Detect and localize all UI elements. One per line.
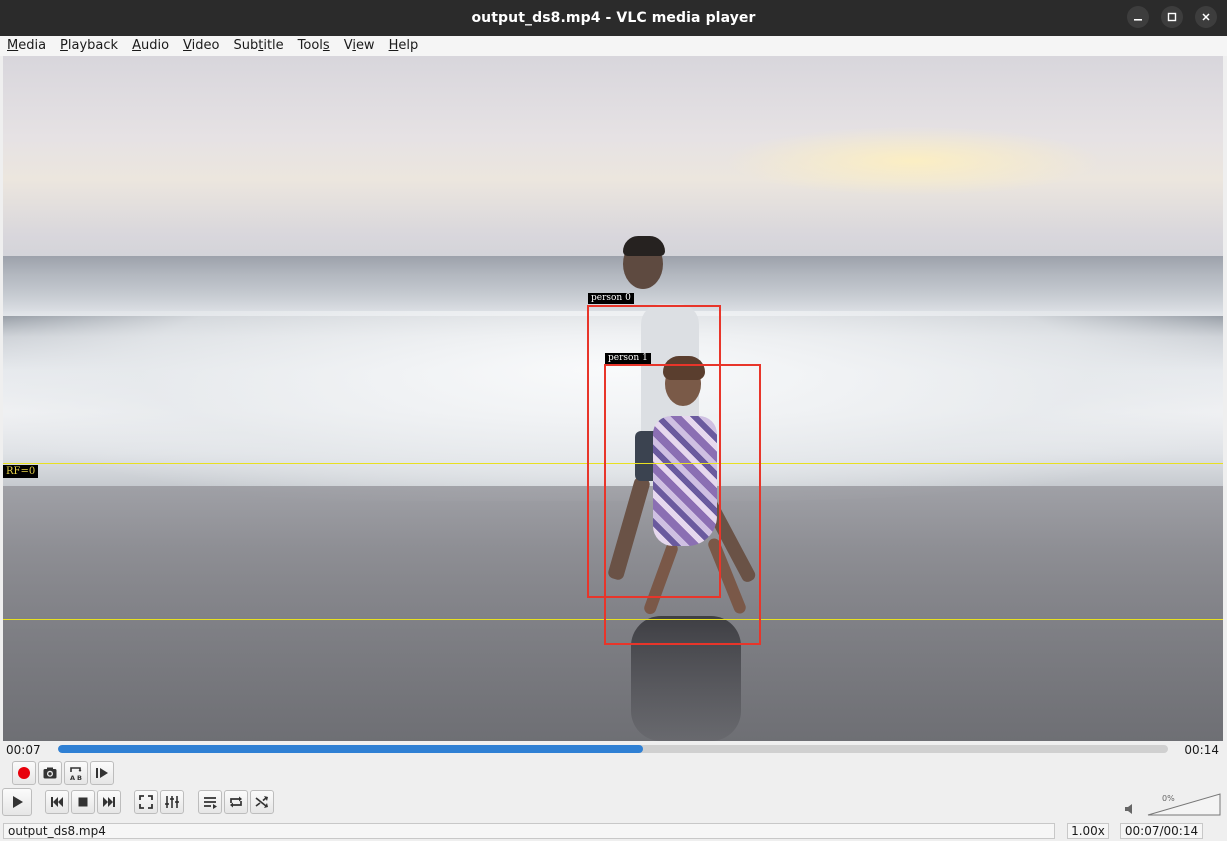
previous-button[interactable] [45, 790, 69, 814]
close-icon [1202, 13, 1210, 21]
menu-view[interactable]: View [337, 36, 382, 56]
next-button[interactable] [97, 790, 121, 814]
seek-progress [58, 745, 643, 753]
maximize-button[interactable] [1161, 6, 1183, 28]
status-time[interactable]: 00:07/00:14 [1120, 823, 1203, 839]
window-controls [1127, 6, 1217, 28]
volume-control[interactable] [1146, 792, 1222, 816]
detection-label-person-1: person 1 [605, 353, 651, 364]
menu-tools[interactable]: Tools [291, 36, 337, 56]
ab-loop-button[interactable]: AB [64, 761, 88, 785]
status-filename: output_ds8.mp4 [3, 823, 1055, 839]
stop-button[interactable] [71, 790, 95, 814]
sunset-glow [723, 126, 1103, 196]
play-icon [13, 796, 23, 808]
menu-bar: Media Playback Audio Video Subtitle Tool… [0, 36, 1227, 56]
video-frame[interactable]: RF=0 person 0 person 1 [3, 56, 1223, 741]
seek-row: 00:07 00:14 [0, 741, 1227, 759]
maximize-icon [1167, 12, 1177, 22]
menu-media[interactable]: Media [0, 36, 53, 56]
total-time: 00:14 [1184, 743, 1219, 757]
shuffle-icon [255, 796, 268, 808]
stop-icon [78, 797, 88, 807]
play-button[interactable] [2, 788, 32, 816]
menu-help[interactable]: Help [382, 36, 426, 56]
menu-playback[interactable]: Playback [53, 36, 125, 56]
snapshot-button[interactable] [38, 761, 62, 785]
window-title: output_ds8.mp4 - VLC media player [471, 10, 756, 26]
zone-label: RF=0 [3, 465, 39, 478]
loop-icon [230, 796, 242, 808]
close-button[interactable] [1195, 6, 1217, 28]
previous-icon [51, 797, 63, 807]
seek-slider[interactable] [58, 745, 1168, 753]
status-bar: output_ds8.mp4 1.00x 00:07/00:14 [0, 821, 1227, 841]
fullscreen-icon [139, 795, 153, 809]
ab-loop-icon: AB [70, 767, 82, 781]
detection-box-person-1 [604, 364, 761, 645]
minimize-icon [1134, 19, 1142, 21]
snapshot-icon [43, 767, 57, 779]
extended-settings-icon [165, 796, 179, 808]
playlist-icon [204, 797, 217, 809]
menu-subtitle[interactable]: Subtitle [226, 36, 290, 56]
frame-step-icon [96, 768, 108, 778]
frame-step-button[interactable] [90, 761, 114, 785]
menu-audio[interactable]: Audio [125, 36, 176, 56]
shuffle-button[interactable] [250, 790, 274, 814]
record-button[interactable] [12, 761, 36, 785]
elapsed-time: 00:07 [6, 743, 41, 757]
svg-text:A: A [70, 774, 75, 781]
record-icon [18, 767, 30, 779]
extended-settings-button[interactable] [160, 790, 184, 814]
loop-button[interactable] [224, 790, 248, 814]
volume-percent: 0% [1162, 794, 1175, 803]
minimize-button[interactable] [1127, 6, 1149, 28]
svg-text:B: B [77, 774, 82, 781]
volume-speaker-icon [1125, 804, 1132, 814]
next-icon [103, 797, 115, 807]
fullscreen-button[interactable] [134, 790, 158, 814]
playback-rate[interactable]: 1.00x [1067, 823, 1109, 839]
man-hair [623, 236, 665, 256]
title-bar: output_ds8.mp4 - VLC media player [0, 0, 1227, 36]
detection-label-person-0: person 0 [588, 293, 634, 304]
menu-video[interactable]: Video [176, 36, 226, 56]
playlist-button[interactable] [198, 790, 222, 814]
